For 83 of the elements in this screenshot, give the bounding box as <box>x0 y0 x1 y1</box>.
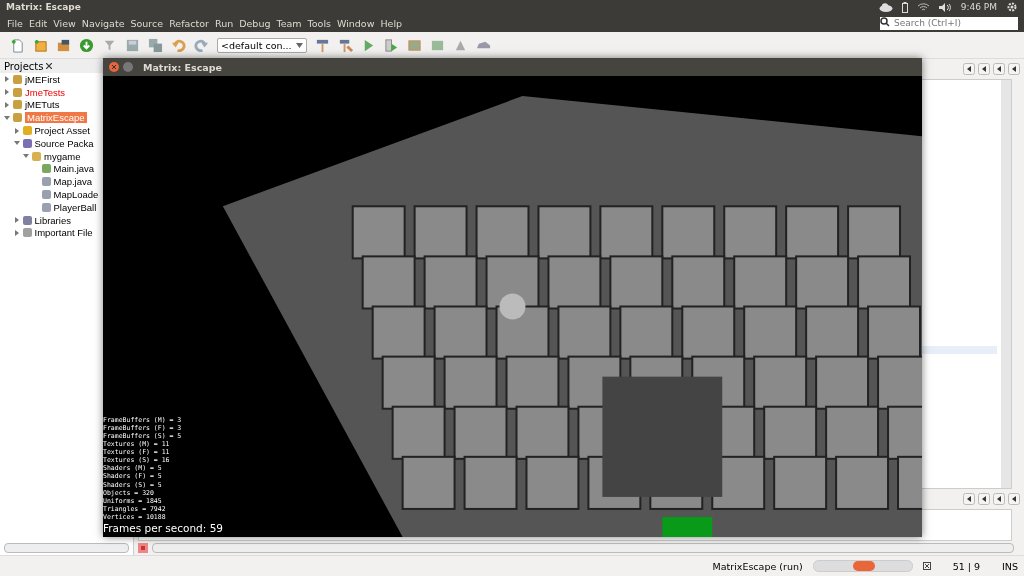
panel-control-icon[interactable] <box>993 63 1005 75</box>
tree-item[interactable]: Libraries <box>34 214 71 226</box>
insert-mode: INS <box>1002 560 1018 572</box>
image-icon[interactable] <box>406 37 422 53</box>
cloud-icon[interactable] <box>878 2 893 12</box>
menu-item[interactable]: Team <box>273 17 305 29</box>
tree-node-icon <box>12 86 23 98</box>
battery-icon[interactable] <box>901 1 908 13</box>
tree-item[interactable]: jMEFirst <box>25 73 60 85</box>
menu-item[interactable]: Debug <box>236 17 274 29</box>
window-title: Matrix: Escape <box>6 2 81 12</box>
expander-icon[interactable] <box>4 102 10 108</box>
new-project-icon[interactable] <box>33 37 48 53</box>
panel-control-icon[interactable] <box>978 493 990 505</box>
expander-icon[interactable] <box>4 114 10 121</box>
tree-node-icon <box>12 73 23 85</box>
new-file-icon[interactable] <box>10 37 25 53</box>
panel-control-icon[interactable] <box>963 63 975 75</box>
clock[interactable]: 9:46 PM <box>960 2 997 12</box>
tree-node-icon <box>40 163 52 175</box>
minimize-icon[interactable] <box>123 62 133 72</box>
task-label: MatrixEscape (run) <box>712 560 803 572</box>
caret-icon <box>295 42 303 48</box>
window-title: Matrix: Escape <box>143 61 222 73</box>
tree-node-icon <box>40 189 52 201</box>
expander-icon[interactable] <box>23 153 29 160</box>
tree-node-icon <box>21 214 33 226</box>
menu-item[interactable]: Help <box>377 17 406 29</box>
tree-item[interactable]: Main.java <box>53 163 95 175</box>
panel-control-icon[interactable] <box>993 493 1005 505</box>
tree-item[interactable]: Map.java <box>53 176 93 188</box>
save-all-icon[interactable] <box>148 37 163 53</box>
tree-node-icon <box>12 112 23 124</box>
panel-control-icon[interactable] <box>1008 63 1020 75</box>
expander-icon[interactable] <box>13 217 20 224</box>
folder-icon[interactable] <box>56 37 71 53</box>
panel-control-icon[interactable] <box>1008 493 1020 505</box>
fps-counter: Frames per second: 59 <box>103 521 223 535</box>
close-icon[interactable] <box>46 63 53 69</box>
expander-icon[interactable] <box>4 76 10 83</box>
tree-item[interactable]: MapLoade <box>53 189 99 201</box>
tree-item[interactable]: Important File <box>34 227 93 239</box>
hammer-icon[interactable] <box>314 37 330 53</box>
tree-item[interactable]: Project Asset <box>34 125 90 137</box>
configuration-dropdown[interactable]: <default con... <box>217 37 307 53</box>
menu-item[interactable]: Run <box>212 17 237 29</box>
menu-item[interactable]: Navigate <box>78 17 128 29</box>
expander-icon[interactable] <box>13 127 20 134</box>
menu-item[interactable]: File <box>4 17 26 29</box>
tree-item[interactable]: Source Packa <box>34 137 94 149</box>
tree-node-icon <box>31 150 42 162</box>
tree-item[interactable]: PlayerBall <box>53 201 97 213</box>
menu-item[interactable]: View <box>50 17 79 29</box>
download-icon[interactable] <box>79 37 94 53</box>
expander-icon[interactable] <box>4 89 10 96</box>
tree-node-icon <box>40 201 52 213</box>
volume-icon[interactable] <box>938 2 952 12</box>
menu-item[interactable]: Source <box>127 17 167 29</box>
panel-control-icon[interactable] <box>978 63 990 75</box>
tree-node-icon <box>21 137 33 149</box>
cursor-position: 51 | 9 <box>952 560 981 572</box>
expander-icon[interactable] <box>13 229 20 236</box>
tree-node-icon <box>21 227 33 239</box>
tree-node-icon <box>12 99 23 111</box>
tree-item[interactable]: jMETuts <box>25 99 60 111</box>
menu-item[interactable]: Window <box>333 17 378 29</box>
gear-icon[interactable] <box>1006 1 1018 13</box>
tree-node-icon <box>40 176 52 188</box>
tree-item[interactable]: mygame <box>44 150 81 162</box>
search-icon[interactable] <box>880 16 892 30</box>
search-field[interactable]: Search (Ctrl+I) <box>892 16 1018 30</box>
busy-indicator-icon <box>812 560 913 572</box>
menu-item[interactable]: Tools <box>304 17 334 29</box>
menu-item[interactable]: Edit <box>25 17 51 29</box>
panel-control-icon[interactable] <box>963 493 975 505</box>
close-icon[interactable] <box>922 562 931 570</box>
menu-item[interactable]: Refactor <box>166 17 212 29</box>
clean-build-icon[interactable] <box>337 37 353 53</box>
tree-node-icon <box>21 125 33 137</box>
wifi-icon[interactable] <box>916 2 930 12</box>
debug-icon[interactable] <box>383 37 399 53</box>
expander-icon[interactable] <box>13 140 20 147</box>
tree-item[interactable]: JmeTests <box>25 86 66 98</box>
